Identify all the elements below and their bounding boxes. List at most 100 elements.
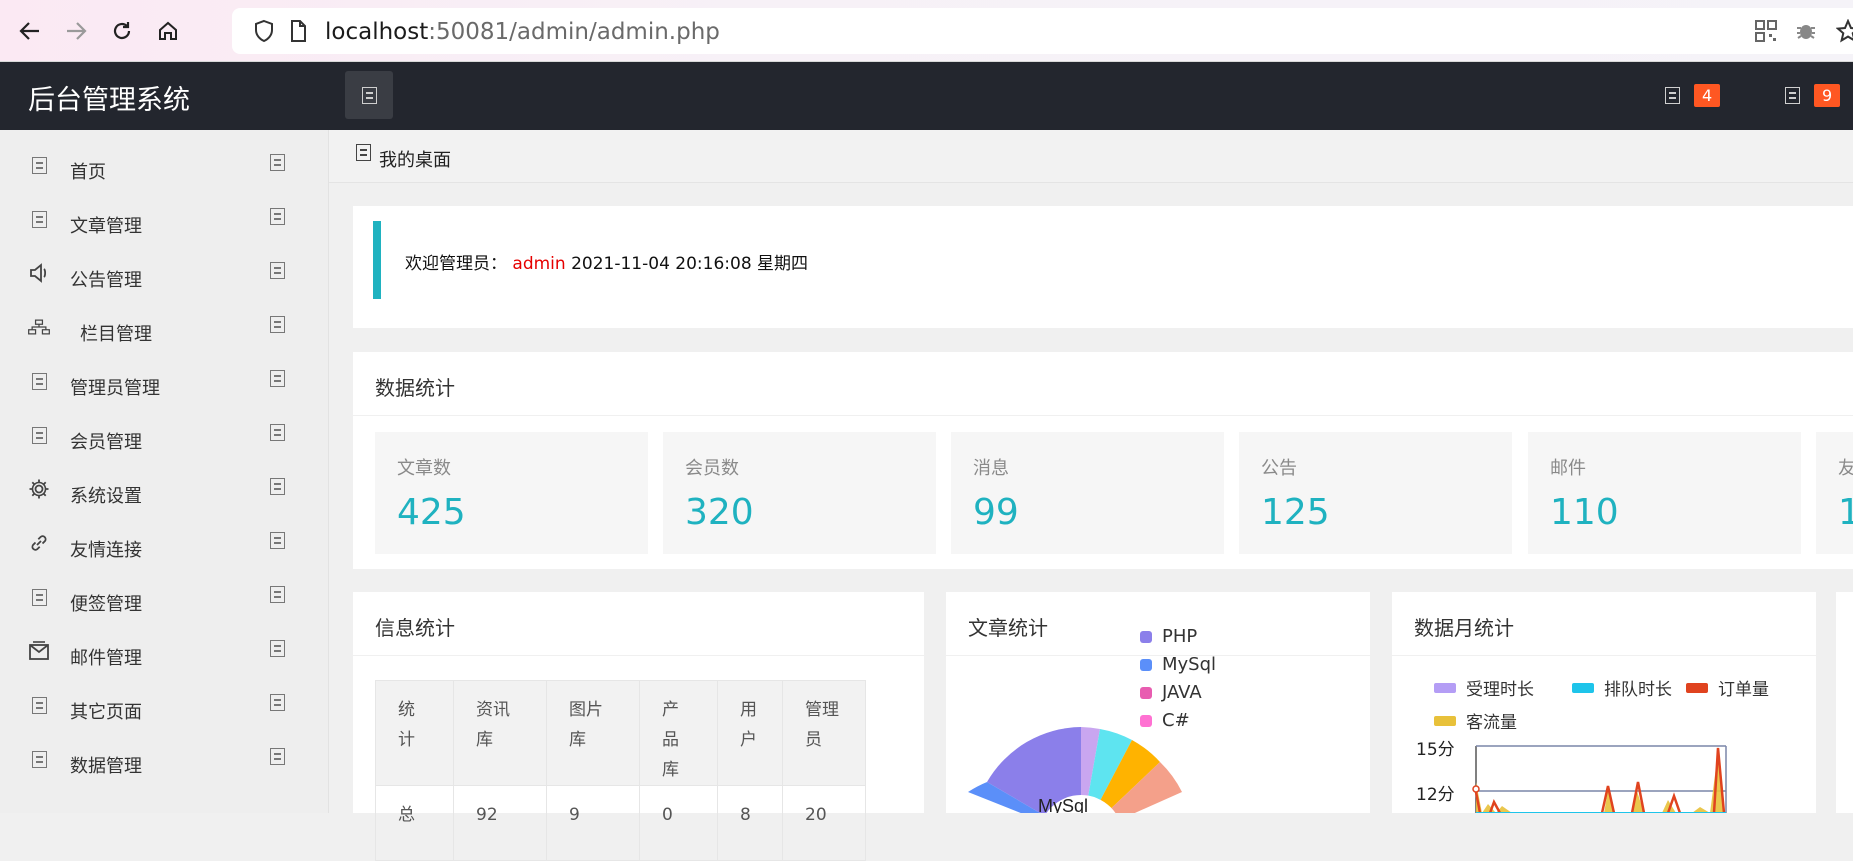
notification-item-1[interactable]: 4 [1665, 84, 1721, 107]
expand-arrow-icon [270, 370, 285, 391]
current-datetime: 2021-11-04 20:16:08 星期四 [571, 254, 809, 274]
table-cell: 总 [375, 785, 454, 861]
sidebar-item-links[interactable]: 友情连接 [0, 520, 328, 570]
notification-badge: 4 [1694, 84, 1721, 107]
stat-value: 320 [685, 492, 754, 533]
sidebar-item-label: 邮件管理 [70, 648, 142, 669]
page-icon[interactable] [286, 19, 310, 43]
address-bar[interactable]: localhost:50081/admin/admin.php [232, 8, 1853, 54]
data-stats-card: 数据统计 文章数 425 会员数 320 消息 99 公告 125 邮件 110… [353, 352, 1853, 569]
expand-arrow-icon [270, 154, 285, 175]
article-icon [28, 208, 50, 230]
shield-icon[interactable] [252, 19, 276, 43]
back-button[interactable] [12, 13, 48, 49]
stat-announcements[interactable]: 公告 125 [1239, 432, 1512, 554]
sidebar-item-articles[interactable]: 文章管理 [0, 196, 328, 246]
legend-swatch [1140, 714, 1152, 727]
sidebar-item-admins[interactable]: 管理员管理 [0, 358, 328, 408]
info-stats-card: 信息统计 统 计 资讯 库 图片 库 产品 库 用 户 管理 员 总 92 9 … [353, 592, 924, 861]
bookmark-star-icon[interactable] [1836, 19, 1853, 43]
stat-mail[interactable]: 邮件 110 [1528, 432, 1801, 554]
message-icon [1785, 87, 1800, 104]
notification-item-2[interactable]: 9 [1785, 84, 1841, 107]
sidebar-item-label: 友情连接 [70, 540, 142, 561]
sidebar-item-label: 管理员管理 [70, 378, 160, 399]
app-header: 后台管理系统 4 9 [0, 62, 1853, 130]
forward-button[interactable] [58, 13, 94, 49]
monthly-line-chart[interactable] [1392, 592, 1816, 813]
gear-icon [28, 478, 50, 500]
stat-articles[interactable]: 文章数 425 [375, 432, 648, 554]
table-cell: 9 [546, 785, 640, 861]
sidebar-item-label: 公告管理 [70, 270, 142, 291]
url-path: :50081/admin/admin.php [428, 19, 720, 45]
stat-links[interactable]: 友 1 [1816, 432, 1853, 554]
stat-messages[interactable]: 消息 99 [951, 432, 1224, 554]
sidebar-item-settings[interactable]: 系统设置 [0, 466, 328, 516]
expand-arrow-icon [270, 262, 285, 283]
expand-arrow-icon [270, 532, 285, 553]
tab-my-desktop[interactable]: 我的桌面 [379, 146, 451, 172]
expand-arrow-icon [270, 586, 285, 607]
table-header-row: 统 计 资讯 库 图片 库 产品 库 用 户 管理 员 [375, 680, 866, 786]
table-row: 总 92 9 0 8 20 [375, 785, 866, 861]
sidebar-item-label: 文章管理 [70, 216, 142, 237]
stat-label: 消息 [973, 458, 1009, 479]
stat-members[interactable]: 会员数 320 [663, 432, 936, 554]
expand-arrow-icon [270, 748, 285, 769]
sidebar-item-other-pages[interactable]: 其它页面 [0, 682, 328, 732]
stat-value: 425 [397, 492, 466, 533]
stat-label: 会员数 [685, 458, 739, 479]
expand-arrow-icon [270, 640, 285, 661]
divider [353, 655, 924, 656]
divider [353, 415, 1853, 416]
table-header: 管理 员 [782, 680, 866, 786]
bug-icon[interactable] [1794, 19, 1818, 43]
legend-item-java[interactable]: JAVA [1140, 682, 1202, 703]
message-badge: 9 [1814, 84, 1841, 107]
table-cell: 8 [717, 785, 783, 861]
menu-toggle-button[interactable] [345, 71, 393, 119]
admin-username: admin [512, 254, 566, 274]
stat-value: 110 [1550, 492, 1619, 533]
data-point [1472, 785, 1480, 793]
sidebar-item-mail[interactable]: 邮件管理 [0, 628, 328, 678]
sidebar: 首页 文章管理 公告管理 栏目管理 管理员管理 会员管理 系统设置 友情连接 便… [0, 130, 329, 813]
sidebar-item-data[interactable]: 数据管理 [0, 736, 328, 786]
series-orders [1474, 747, 1726, 813]
welcome-prefix: 欢迎管理员： [405, 254, 507, 274]
sitemap-icon [28, 316, 50, 338]
legend-label: PHP [1162, 626, 1198, 647]
home-button[interactable] [150, 13, 186, 49]
legend-item-csharp[interactable]: C# [1140, 710, 1190, 731]
table-header: 图片 库 [546, 680, 640, 786]
member-icon [28, 424, 50, 446]
qr-code-icon[interactable] [1754, 19, 1778, 43]
sidebar-item-label: 便签管理 [70, 594, 142, 615]
reload-icon [113, 22, 131, 40]
table-header: 产品 库 [639, 680, 718, 786]
stat-value: 99 [973, 492, 1019, 533]
sidebar-item-members[interactable]: 会员管理 [0, 412, 328, 462]
table-header: 用 户 [717, 680, 783, 786]
legend-swatch [1140, 658, 1152, 671]
series-traffic [1476, 752, 1724, 813]
sidebar-item-label: 首页 [70, 162, 106, 183]
sidebar-item-columns[interactable]: 栏目管理 [0, 304, 328, 354]
legend-item-php[interactable]: PHP [1140, 626, 1197, 647]
stat-label: 公告 [1261, 458, 1297, 479]
url-text[interactable]: localhost:50081/admin/admin.php [325, 19, 720, 45]
desktop-icon [356, 144, 371, 165]
reload-button[interactable] [104, 13, 140, 49]
sidebar-item-announcements[interactable]: 公告管理 [0, 250, 328, 300]
mail-icon [28, 640, 50, 662]
legend-item-mysql[interactable]: MySql [1140, 654, 1216, 675]
legend-swatch [1140, 630, 1152, 643]
stat-value: 125 [1261, 492, 1330, 533]
article-stats-card: 文章统计 MySql PHP MySql JAVA C# [946, 592, 1370, 813]
tab-bar: 我的桌面 [329, 130, 1853, 183]
sidebar-item-notes[interactable]: 便签管理 [0, 574, 328, 624]
sidebar-item-label: 会员管理 [70, 432, 142, 453]
home-icon [28, 154, 50, 176]
sidebar-item-home[interactable]: 首页 [0, 142, 328, 192]
